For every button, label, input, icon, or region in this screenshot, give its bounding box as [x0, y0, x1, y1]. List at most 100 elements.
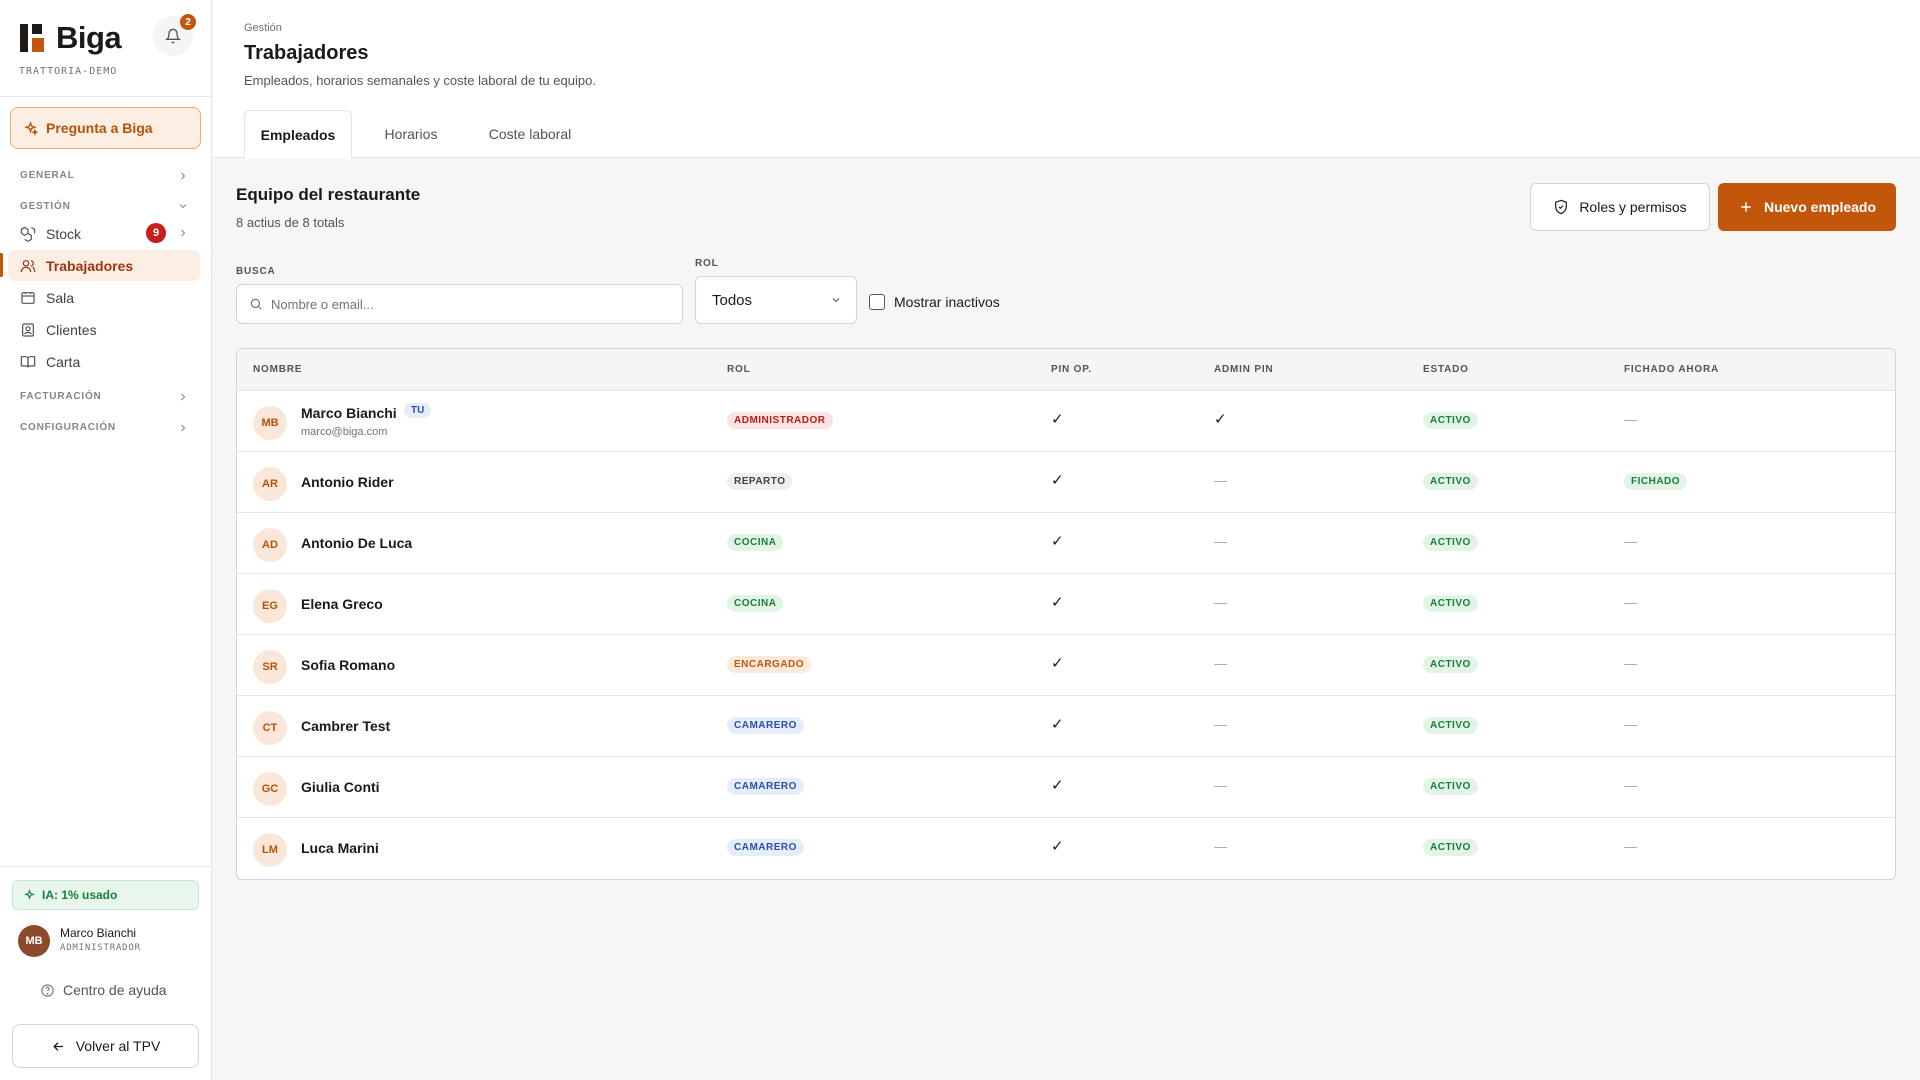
tab-empleados[interactable]: Empleados: [244, 110, 352, 159]
section-general[interactable]: GENERAL: [20, 170, 75, 181]
admin-pin-value: —: [1214, 717, 1227, 732]
sidebar-item-trabajadores[interactable]: Trabajadores: [8, 250, 200, 281]
search-field[interactable]: [236, 284, 683, 324]
role-badge: ENCARGADO: [727, 656, 812, 673]
chevron-down-icon[interactable]: [177, 200, 189, 212]
role-select[interactable]: Todos: [695, 276, 857, 324]
clocked-value: —: [1624, 656, 1637, 671]
employee-name[interactable]: Marco Bianchi: [301, 405, 397, 421]
help-center-link[interactable]: Centro de ayuda: [40, 982, 167, 998]
chevron-right-icon[interactable]: [177, 170, 189, 182]
column-header-fichado[interactable]: FICHADO AHORA: [1624, 364, 1719, 375]
pin-op-value: ✓: [1051, 655, 1064, 672]
column-header-nombre[interactable]: NOMBRE: [253, 364, 302, 375]
status-badge: ACTIVO: [1423, 595, 1478, 612]
pin-op-value: ✓: [1051, 472, 1064, 489]
role-label: ROL: [695, 258, 719, 269]
show-inactive-checkbox[interactable]: [869, 294, 885, 310]
avatar: EG: [253, 589, 287, 623]
clocked-value: —: [1624, 839, 1637, 854]
admin-pin-value: —: [1214, 656, 1227, 671]
search-input[interactable]: [271, 296, 671, 312]
section-facturacion[interactable]: FACTURACIÓN: [20, 391, 102, 402]
sidebar: Biga TRATTORIA-DEMO 2 Pregunta a Biga GE…: [0, 0, 212, 1080]
sparkles-icon: [24, 888, 35, 900]
table-row[interactable]: CT Cambrer Test CAMARERO ✓ — ACTIVO —: [237, 696, 1895, 757]
brand-logo[interactable]: Biga: [20, 20, 122, 56]
tab-coste-laboral[interactable]: Coste laboral: [466, 110, 594, 158]
table-row[interactable]: LM Luca Marini CAMARERO ✓ — ACTIVO —: [237, 818, 1895, 879]
new-employee-button[interactable]: Nuevo empleado: [1718, 183, 1896, 231]
table-row[interactable]: MB Marco Bianchi TU marco@biga.com ADMINISTR…: [237, 391, 1895, 452]
employee-name[interactable]: Sofia Romano: [301, 657, 395, 673]
section-gestion[interactable]: GESTIÓN: [20, 201, 71, 212]
sidebar-item-clientes[interactable]: Clientes: [8, 314, 200, 345]
tab-horarios[interactable]: Horarios: [360, 110, 462, 158]
user-role: ADMINISTRADOR: [60, 943, 141, 953]
status-badge: ACTIVO: [1423, 839, 1478, 856]
ask-biga-label: Pregunta a Biga: [46, 120, 153, 136]
avatar: AR: [253, 467, 287, 501]
help-circle-icon: [41, 983, 54, 997]
employee-name[interactable]: Giulia Conti: [301, 779, 380, 795]
avatar[interactable]: MB: [18, 925, 50, 957]
contact-icon: [22, 322, 34, 337]
sidebar-item-label: Clientes: [46, 321, 97, 338]
column-header-estado[interactable]: ESTADO: [1423, 364, 1469, 375]
back-label: Volver al TPV: [75, 1038, 161, 1054]
column-header-pin-op[interactable]: PIN OP.: [1051, 364, 1092, 375]
sidebar-item-stock[interactable]: Stock: [8, 218, 200, 249]
admin-pin-value: ✓: [1214, 411, 1227, 428]
role-badge: CAMARERO: [727, 778, 804, 795]
notifications-badge: 2: [180, 14, 196, 30]
roles-permissions-button[interactable]: Roles y permisos: [1530, 183, 1710, 231]
table-row[interactable]: EG Elena Greco COCINA ✓ — ACTIVO —: [237, 574, 1895, 635]
sidebar-item-carta[interactable]: Carta: [8, 346, 200, 377]
chevron-right-icon[interactable]: [177, 422, 189, 434]
you-badge: TU: [404, 403, 432, 418]
role-badge: REPARTO: [727, 473, 793, 490]
column-header-admin-pin[interactable]: ADMIN PIN: [1214, 364, 1273, 375]
show-inactive-label: Mostrar inactivos: [894, 294, 1000, 310]
employee-name[interactable]: Antonio Rider: [301, 474, 394, 490]
status-badge: ACTIVO: [1423, 717, 1478, 734]
column-header-rol[interactable]: ROL: [727, 364, 751, 375]
boxes-icon: [20, 226, 36, 242]
employee-name[interactable]: Luca Marini: [301, 840, 379, 856]
avatar: AD: [253, 528, 287, 562]
stock-alert-badge: 9: [146, 223, 166, 243]
table-row[interactable]: AR Antonio Rider REPARTO ✓ — ACTIVO FICHADO: [237, 452, 1895, 513]
shield-check-icon: [1555, 199, 1568, 215]
section-configuracion[interactable]: CONFIGURACIÓN: [20, 422, 116, 433]
sidebar-item-label: Trabajadores: [46, 257, 134, 274]
table-icon: [21, 291, 35, 304]
role-badge: COCINA: [727, 534, 784, 551]
show-inactive-toggle[interactable]: Mostrar inactivos: [869, 294, 1000, 310]
table-row[interactable]: SR Sofia Romano ENCARGADO ✓ — ACTIVO —: [237, 635, 1895, 696]
page-subtitle: Empleados, horarios semanales y coste la…: [244, 73, 596, 88]
ask-biga-button[interactable]: Pregunta a Biga: [10, 107, 201, 149]
employee-name[interactable]: Antonio De Luca: [301, 535, 412, 551]
table-row[interactable]: AD Antonio De Luca COCINA ✓ — ACTIVO —: [237, 513, 1895, 574]
section-subtitle: 8 actius de 8 totals: [236, 215, 345, 230]
arrow-left-icon: [52, 1041, 63, 1051]
employee-email: marco@biga.com: [301, 426, 388, 438]
status-badge: ACTIVO: [1423, 534, 1478, 551]
search-icon: [250, 298, 262, 310]
biga-logo-icon: [20, 24, 48, 52]
users-icon: [20, 259, 36, 272]
table-row[interactable]: GC Giulia Conti CAMARERO ✓ — ACTIVO —: [237, 757, 1895, 818]
chevron-right-icon[interactable]: [177, 391, 189, 403]
admin-pin-value: —: [1214, 778, 1227, 793]
bell-icon: [165, 28, 181, 44]
back-to-pos-button[interactable]: Volver al TPV: [12, 1024, 199, 1068]
sidebar-item-sala[interactable]: Sala: [8, 282, 200, 313]
ia-usage-badge[interactable]: IA: 1% usado: [12, 880, 199, 910]
employee-name[interactable]: Elena Greco: [301, 596, 383, 612]
role-select-value: Todos: [712, 291, 753, 309]
avatar: CT: [253, 711, 287, 745]
divider: [0, 866, 211, 867]
role-badge: COCINA: [727, 595, 784, 612]
chevron-right-icon[interactable]: [177, 227, 189, 239]
employee-name[interactable]: Cambrer Test: [301, 718, 390, 734]
